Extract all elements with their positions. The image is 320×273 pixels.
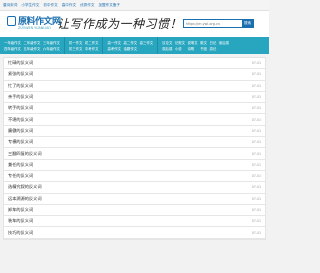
list-item[interactable]: 选精究叙的反义词 07-01: [4, 182, 265, 194]
list-item[interactable]: 三翻四复的反义词 07-01: [4, 148, 265, 160]
list-item[interactable]: 专横的反义词 07-01: [4, 137, 265, 149]
category-link[interactable]: 五年级作文: [23, 46, 40, 51]
article-date: 07-01: [251, 151, 261, 156]
category-link[interactable]: 二年级作文: [23, 40, 40, 45]
list-item[interactable]: 紧张的反义词 07-01: [4, 69, 265, 81]
article-title[interactable]: 专任的反义词: [8, 173, 33, 179]
book-icon: [7, 16, 16, 26]
site-header: 原料作文网 ZUOWEN YUANLIAO 让写作成为一种习惯！ 搜索: [0, 11, 269, 37]
category-group-genre: 议论文 记叙文 说明文 散文 日记 读后感 观后感 小说 诗歌 书信 游记: [158, 37, 232, 54]
site-logo[interactable]: 原料作文网 ZUOWEN YUANLIAO: [7, 14, 61, 34]
article-title[interactable]: 远本溯源的反义词: [8, 196, 42, 202]
article-date: 07-01: [251, 95, 261, 100]
category-link[interactable]: 日记: [209, 40, 216, 45]
category-link[interactable]: 说明文: [188, 40, 198, 45]
category-link[interactable]: 初二作文: [85, 40, 99, 45]
top-nav-link[interactable]: 优秀作文: [80, 3, 94, 8]
list-item[interactable]: 忙了的反义词 07-01: [4, 81, 265, 92]
top-nav-link[interactable]: 唐诗宋词: [3, 3, 17, 8]
category-link[interactable]: 初三作文: [69, 46, 83, 51]
article-date: 07-01: [251, 61, 261, 66]
article-date: 07-01: [251, 128, 261, 133]
list-item[interactable]: 亲手的反义词 07-01: [4, 92, 265, 104]
article-date: 07-01: [251, 162, 261, 167]
category-link[interactable]: 书信: [200, 46, 207, 51]
list-item[interactable]: 装车的反义词 07-01: [4, 216, 265, 228]
article-title[interactable]: 忙了的反义词: [8, 83, 33, 89]
category-link[interactable]: 议论文: [162, 40, 172, 45]
article-title[interactable]: 不堪的反义词: [8, 117, 33, 123]
category-link[interactable]: 四年级作文: [4, 46, 21, 51]
category-group-junior: 初一作文 初二作文 初三作文 中考作文: [65, 37, 104, 54]
article-date: 07-01: [251, 230, 261, 235]
top-nav-link[interactable]: 小学生作文: [21, 3, 39, 8]
category-nav: 一年级作文 二年级作文 三年级作文 四年级作文 五年级作文 六年级作文 初一作文…: [0, 37, 269, 54]
category-link[interactable]: 高一作文: [107, 40, 121, 45]
category-group-senior: 高一作文 高二作文 高三作文 高考作文 话题作文: [103, 37, 159, 54]
article-title[interactable]: 忙碌的反义词: [8, 60, 33, 66]
list-item[interactable]: 廉傲的反义词 07-01: [4, 126, 265, 138]
list-item[interactable]: 技巧的反义词 07-01: [4, 227, 265, 239]
top-nav-bar: 唐诗宋词 小学生作文 初中作文 高中作文 优秀作文 加盟作文备子: [0, 0, 269, 11]
article-date: 07-01: [251, 83, 261, 88]
search-box: 搜索: [183, 19, 254, 28]
article-date: 07-01: [251, 174, 261, 179]
article-list: 忙碌的反义词 07-01 紧张的反义词 07-01 忙了的反义词 07-01 亲手的反…: [3, 57, 266, 240]
logo-subtitle: ZUOWEN YUANLIAO: [18, 26, 51, 30]
category-link[interactable]: 高二作文: [124, 40, 138, 45]
category-link[interactable]: 观后感: [162, 46, 172, 51]
top-nav-link[interactable]: 高中作文: [62, 3, 76, 8]
category-link[interactable]: 一年级作文: [4, 40, 21, 45]
article-title[interactable]: 技巧的反义词: [8, 230, 33, 236]
list-item[interactable]: 兼任的反义词 07-01: [4, 160, 265, 171]
category-link[interactable]: 高三作文: [140, 40, 154, 45]
list-item[interactable]: 不堪的反义词 07-01: [4, 114, 265, 126]
article-date: 07-01: [251, 185, 261, 190]
category-link[interactable]: 小说: [175, 46, 185, 51]
article-date: 07-01: [251, 219, 261, 224]
article-title[interactable]: 兼任的反义词: [8, 162, 33, 168]
article-title[interactable]: 三翻四复的反义词: [8, 151, 42, 157]
list-item[interactable]: 转手的反义词 07-01: [4, 103, 265, 115]
category-link[interactable]: 游记: [209, 46, 216, 51]
category-link[interactable]: 中考作文: [85, 46, 99, 51]
list-item[interactable]: 忙碌的反义词 07-01: [4, 58, 265, 70]
category-link[interactable]: 读后感: [219, 40, 229, 45]
article-date: 07-01: [251, 106, 261, 111]
category-link[interactable]: 话题作文: [124, 46, 138, 51]
category-link[interactable]: 高考作文: [107, 46, 121, 51]
article-date: 07-01: [251, 117, 261, 122]
category-group-primary: 一年级作文 二年级作文 三年级作文 四年级作文 五年级作文 六年级作文: [0, 37, 65, 54]
article-date: 07-01: [251, 72, 261, 77]
top-nav-link[interactable]: 初中作文: [43, 3, 57, 8]
article-title[interactable]: 装车的反义词: [8, 218, 33, 224]
search-button[interactable]: 搜索: [242, 20, 253, 27]
list-item[interactable]: 专任的反义词 07-01: [4, 171, 265, 183]
article-title[interactable]: 专横的反义词: [8, 139, 33, 145]
article-date: 07-01: [251, 196, 261, 201]
article-title[interactable]: 亲手的反义词: [8, 94, 33, 100]
article-date: 07-01: [251, 208, 261, 212]
article-title[interactable]: 卸车的反义词: [8, 207, 33, 213]
article-title[interactable]: 廉傲的反义词: [8, 128, 33, 134]
list-item[interactable]: 远本溯源的反义词 07-01: [4, 194, 265, 205]
article-date: 07-01: [251, 140, 261, 145]
category-link[interactable]: 三年级作文: [43, 40, 60, 45]
site-slogan: 让写作成为一种习惯！: [57, 17, 183, 31]
search-input[interactable]: [184, 20, 247, 27]
article-title[interactable]: 紧张的反义词: [8, 71, 33, 77]
category-link[interactable]: 初一作文: [69, 40, 83, 45]
category-link[interactable]: 诗歌: [188, 46, 198, 51]
category-link[interactable]: 记叙文: [175, 40, 185, 45]
category-link[interactable]: 散文: [200, 40, 207, 45]
article-title[interactable]: 选精究叙的反义词: [8, 184, 42, 190]
article-title[interactable]: 转手的反义词: [8, 105, 33, 111]
top-nav-link[interactable]: 加盟作文备子: [98, 3, 120, 8]
category-link[interactable]: 六年级作文: [43, 46, 60, 51]
list-item[interactable]: 卸车的反义词 07-01: [4, 205, 265, 217]
